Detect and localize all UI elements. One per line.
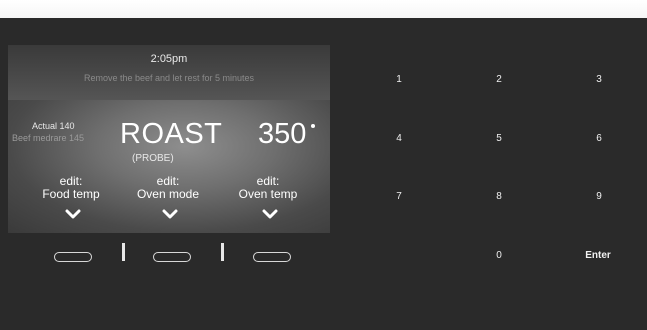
instruction-text: Remove the beef and let rest for 5 minut…: [83, 73, 255, 83]
target-temp-label: Beef medrare 145: [12, 133, 85, 143]
cooking-status: Actual 140 Beef medrare 145 ROAST (PROBE…: [8, 100, 330, 233]
probe-label: (PROBE): [132, 153, 174, 164]
softkey-food-temp[interactable]: [54, 252, 92, 262]
oven-display: 2:05pm Remove the beef and let rest for …: [8, 45, 330, 233]
key-4[interactable]: 4: [379, 129, 419, 149]
key-0[interactable]: 0: [479, 246, 519, 266]
key-2[interactable]: 2: [479, 70, 519, 90]
oven-mode-title: ROAST: [120, 118, 223, 150]
key-3[interactable]: 3: [579, 70, 619, 90]
edit-food-temp-line2: Food temp: [42, 187, 100, 201]
oven-temperature: 350: [258, 118, 307, 150]
top-strip: [0, 0, 647, 18]
edit-oven-temp[interactable]: edit: Oven temp: [223, 175, 313, 201]
degree-icon: [311, 124, 315, 128]
edit-food-temp[interactable]: edit: Food temp: [26, 175, 116, 201]
edit-oven-mode[interactable]: edit: Oven mode: [123, 175, 213, 201]
clock: 2:05pm: [150, 53, 188, 65]
key-8[interactable]: 8: [479, 187, 519, 207]
chevron-down-icon[interactable]: [262, 209, 278, 221]
actual-temp-label: Actual 140: [32, 121, 75, 131]
softkey-oven-mode[interactable]: [153, 252, 191, 262]
status-bar: 2:05pm Remove the beef and let rest for …: [8, 45, 330, 100]
appliance-panel: 2:05pm Remove the beef and let rest for …: [0, 0, 647, 330]
divider: [221, 243, 224, 261]
divider: [122, 243, 125, 261]
key-7[interactable]: 7: [379, 187, 419, 207]
softkey-oven-temp[interactable]: [253, 252, 291, 262]
chevron-down-icon[interactable]: [162, 209, 178, 221]
key-6[interactable]: 6: [579, 129, 619, 149]
key-5[interactable]: 5: [479, 129, 519, 149]
key-1[interactable]: 1: [379, 70, 419, 90]
enter-key[interactable]: Enter: [578, 246, 618, 266]
key-9[interactable]: 9: [579, 187, 619, 207]
edit-oven-temp-line2: Oven temp: [238, 187, 298, 201]
chevron-down-icon[interactable]: [65, 209, 81, 221]
edit-oven-mode-line2: Oven mode: [136, 187, 200, 201]
